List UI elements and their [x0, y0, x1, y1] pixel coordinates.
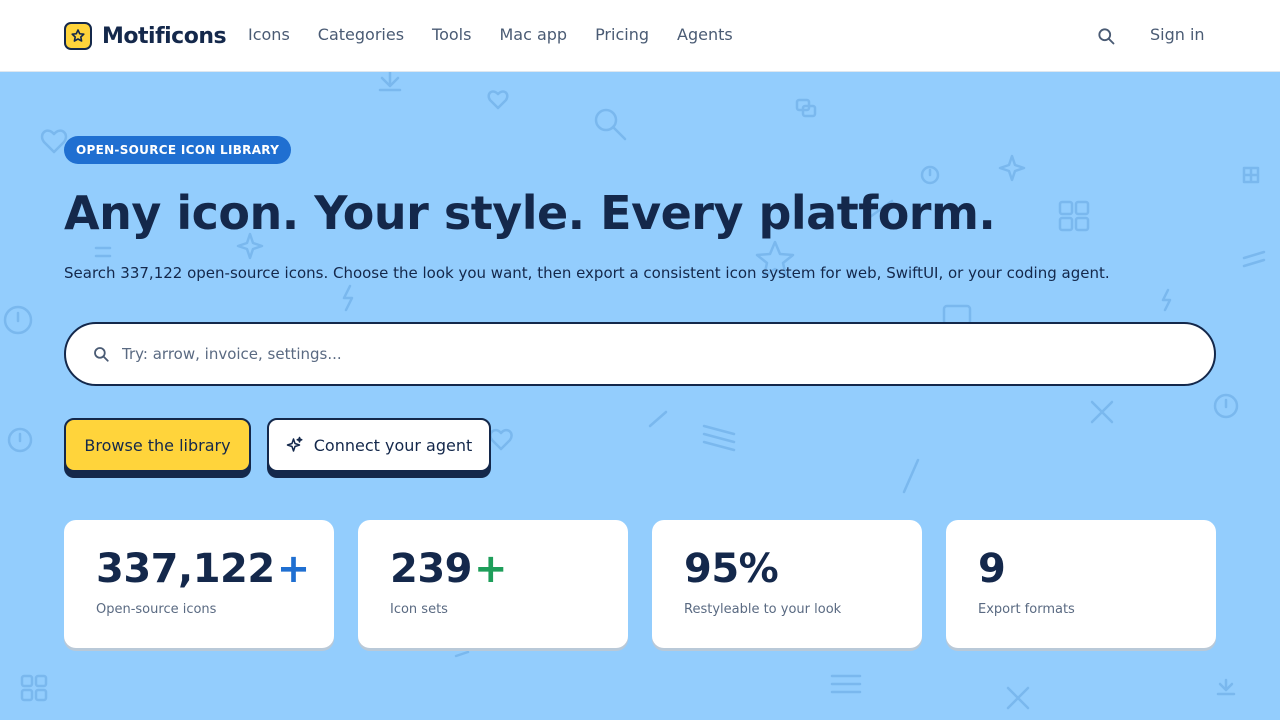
stat-card-sets: 239+ Icon sets	[358, 520, 628, 648]
nav-agents[interactable]: Agents	[677, 25, 733, 44]
browse-library-button[interactable]: Browse the library	[64, 418, 251, 472]
stat-plus: +	[276, 546, 311, 592]
sign-in-link[interactable]: Sign in	[1150, 25, 1205, 44]
stat-label: Icon sets	[390, 602, 448, 617]
stat-plus: +	[474, 546, 508, 592]
search-icon[interactable]	[1096, 26, 1116, 46]
stat-label: Restyleable to your look	[684, 602, 842, 617]
main-nav: Icons Categories Tools Mac app Pricing A…	[248, 25, 761, 44]
stat-label: Open-source icons	[96, 602, 217, 617]
hero-badge: OPEN-SOURCE ICON LIBRARY	[64, 136, 292, 164]
connect-agent-label: Connect your agent	[313, 435, 473, 455]
nav-tools[interactable]: Tools	[432, 25, 471, 44]
brand-name: Motificons	[102, 23, 227, 49]
stat-value: 337,122	[96, 546, 275, 592]
connect-agent-button[interactable]: Connect your agent	[267, 418, 491, 472]
nav-mac-app[interactable]: Mac app	[499, 25, 567, 44]
sparkle-icon	[286, 436, 304, 454]
nav-categories[interactable]: Categories	[318, 25, 404, 44]
stat-label: Export formats	[978, 602, 1075, 617]
star-icon	[64, 22, 92, 50]
hero-headline: Any icon. Your style. Every platform.	[64, 186, 996, 240]
stat-card-formats: 9 Export formats	[946, 520, 1216, 648]
nav-icons[interactable]: Icons	[248, 25, 290, 44]
nav-pricing[interactable]: Pricing	[595, 25, 649, 44]
stat-card-restyleable: 95% Restyleable to your look	[652, 520, 922, 648]
search-input[interactable]	[122, 345, 1122, 363]
stat-card-icons: 337,122+ Open-source icons	[64, 520, 334, 648]
icon-search-bar[interactable]	[64, 322, 1216, 386]
browse-library-label: Browse the library	[84, 435, 231, 455]
stat-value: 9	[978, 546, 1006, 592]
brand-logo[interactable]: Motificons	[64, 22, 227, 50]
hero-subline: Search 337,122 open-source icons. Choose…	[64, 264, 1110, 282]
stat-value: 95%	[684, 546, 779, 592]
stat-value: 239	[390, 546, 473, 592]
top-navbar: Motificons Icons Categories Tools Mac ap…	[0, 0, 1280, 72]
search-icon	[92, 345, 110, 363]
